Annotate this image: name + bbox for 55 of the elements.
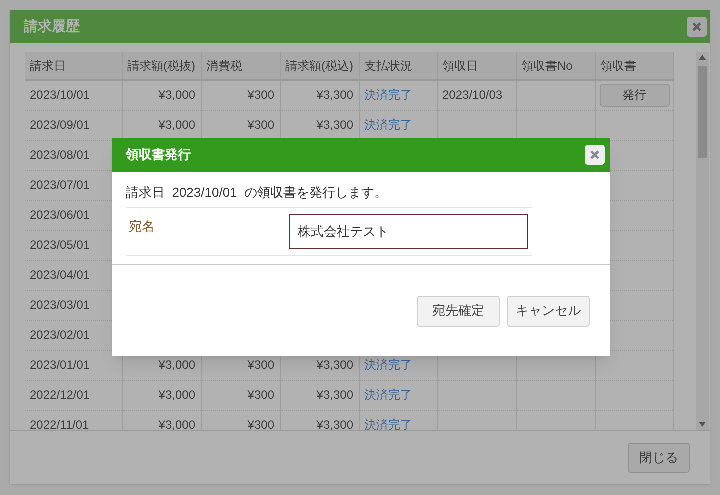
table-cell: ¥3,300 [316,358,354,372]
issue-button[interactable]: 発行 [600,84,670,107]
column-header: 領収書No [516,52,595,80]
status-link[interactable]: 決済完了 [364,118,412,132]
column-header: 領収書 [595,52,673,80]
column-header: 消費税 [201,52,280,80]
table-cell: 2022/12/01 [30,388,90,402]
field-label: 宛名 [128,218,156,236]
close-button[interactable]: 閉じる [628,442,690,472]
close-icon [692,22,702,32]
confirm-button[interactable]: 宛先確定 [417,296,500,326]
scrollbar[interactable] [696,52,709,430]
table-cell: 2023/02/01 [30,328,90,342]
status-link[interactable]: 決済完了 [364,358,412,372]
table-cell: ¥300 [248,358,274,372]
table-cell: ¥300 [248,88,274,102]
dialog-message: 請求日 2023/10/01 の領収書を発行します。 [126,185,388,200]
table-cell: 2023/04/01 [30,268,90,282]
close-button[interactable] [687,16,707,36]
table-cell: ¥3,000 [158,388,196,402]
column-header: 請求額(税抜) [122,52,201,80]
status-link[interactable]: 決済完了 [364,388,412,402]
close-icon [590,150,600,160]
table-cell: ¥300 [248,388,274,402]
table-cell: ¥3,000 [158,118,196,132]
status-link[interactable]: 決済完了 [364,88,412,102]
dialog-title: 領収書発行 [126,146,191,164]
table-cell: 2023/01/01 [30,358,90,372]
window-title: 請求履歴 [24,17,80,36]
table-cell: 2022/11/01 [30,418,90,430]
table-cell: 2023/08/01 [30,148,90,162]
scroll-thumb[interactable] [698,66,707,158]
table-cell: 2023/10/03 [442,88,503,102]
column-header: 領収日 [437,52,516,80]
table-cell: ¥3,000 [158,358,196,372]
table-cell: 2023/09/01 [30,118,90,132]
table-cell: ¥300 [248,118,274,132]
table-cell: 2023/03/01 [30,298,90,312]
close-button[interactable] [585,145,605,165]
table-cell: ¥3,300 [316,388,354,402]
scroll-up-icon [699,55,706,60]
scroll-down-icon [699,422,706,427]
column-header: 支払状況 [359,52,437,80]
table-cell: ¥3,300 [316,88,354,102]
table-cell: ¥3,300 [316,118,354,132]
table-cell: 2023/07/01 [30,178,90,192]
addressee-field[interactable]: 株式会社テスト [289,214,528,249]
table-cell: 2023/10/01 [30,88,90,102]
table-cell: ¥3,000 [158,88,196,102]
table-cell: 2023/05/01 [30,238,90,252]
column-header: 請求額(税込) [280,52,359,80]
cancel-button[interactable]: キャンセル [507,296,590,326]
table-cell: 2023/06/01 [30,208,90,222]
column-header: 請求日 [25,52,122,80]
table-cell: ¥300 [248,418,274,430]
